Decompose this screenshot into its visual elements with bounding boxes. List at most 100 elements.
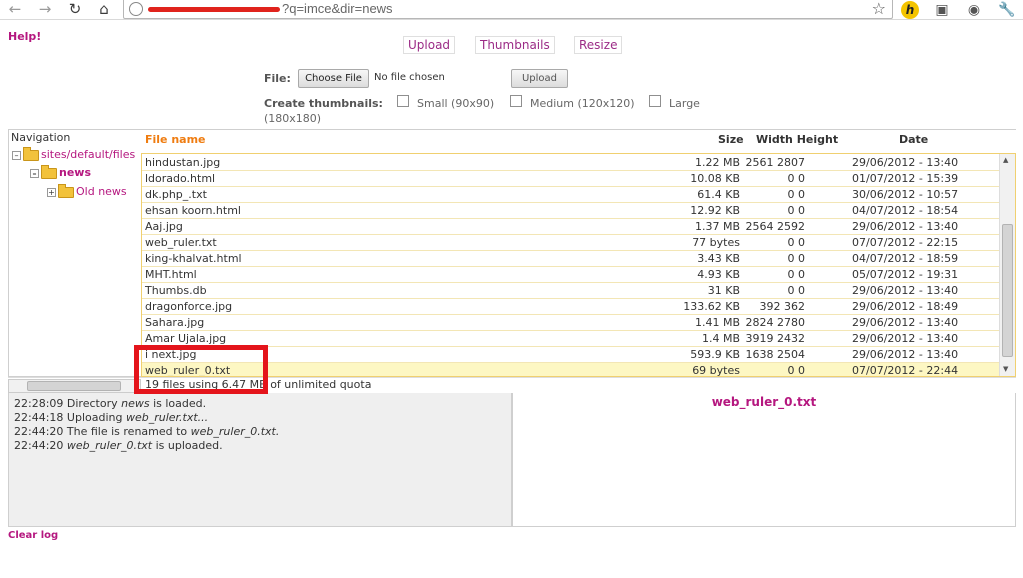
- log-text: is loaded.: [149, 397, 207, 410]
- log-line: 22:44:18 Uploading web_ruler.txt...: [14, 411, 208, 424]
- file-row[interactable]: Aaj.jpg 1.37 MB 2564 2592 29/06/2012 - 13:4…: [142, 219, 1000, 235]
- extension-screen-icon[interactable]: ▣: [932, 1, 952, 19]
- column-size[interactable]: Size: [718, 133, 744, 146]
- upload-button[interactable]: Upload: [511, 69, 568, 88]
- file-size-cell: 1.37 MB: [694, 220, 740, 233]
- scroll-thumb[interactable]: [27, 381, 121, 391]
- thumb-medium-checkbox[interactable]: [510, 95, 522, 107]
- bookmark-star-icon[interactable]: ☆: [872, 0, 886, 18]
- extension-h-icon[interactable]: h: [901, 1, 921, 19]
- file-row[interactable]: dragonforce.jpg 133.62 KB 392 362 29/06/201…: [142, 299, 1000, 315]
- horizontal-scrollbar[interactable]: [8, 379, 141, 393]
- tree-item-old-news[interactable]: + Old news: [47, 183, 127, 200]
- no-file-text: No file chosen: [374, 72, 445, 83]
- log-text: is uploaded.: [152, 439, 223, 452]
- file-size-cell: 61.4 KB: [697, 188, 740, 201]
- scroll-thumb[interactable]: [1002, 224, 1013, 357]
- file-list-header: File name Size Width Height Date: [141, 129, 1016, 153]
- help-link[interactable]: Help!: [8, 30, 41, 43]
- vertical-scrollbar[interactable]: ▲ ▼: [999, 154, 1015, 376]
- log-line: 22:44:20 The file is renamed to web_rule…: [14, 425, 279, 438]
- home-icon[interactable]: ⌂: [93, 0, 115, 18]
- column-width-height[interactable]: Width Height: [756, 133, 838, 146]
- redaction-mark: [148, 7, 280, 13]
- file-dims-cell: 0 0: [787, 364, 806, 377]
- log-emphasis: web_ruler_0.txt.: [190, 425, 280, 438]
- tree-item-news[interactable]: – news: [30, 164, 91, 181]
- file-date-cell: 29/06/2012 - 13:40: [852, 348, 959, 361]
- file-date-cell: 07/07/2012 - 22:44: [852, 364, 959, 377]
- file-dims-cell: 0 0: [787, 252, 806, 265]
- log-text: Uploading: [66, 411, 126, 424]
- wrench-icon[interactable]: 🔧: [997, 1, 1017, 19]
- address-bar[interactable]: ?q=imce&dir=news ☆: [123, 0, 893, 19]
- log-emphasis: news: [121, 397, 150, 410]
- file-name-cell: dragonforce.jpg: [145, 300, 233, 313]
- file-date-cell: 29/06/2012 - 18:49: [852, 300, 959, 313]
- choose-file-button[interactable]: Choose File: [298, 69, 369, 88]
- file-row[interactable]: web_ruler.txt 77 bytes 0 0 07/07/2012 - 22:…: [142, 235, 1000, 251]
- create-thumbnails-label: Create thumbnails:: [264, 97, 383, 110]
- file-name-cell: web_ruler.txt: [145, 236, 217, 249]
- file-dims-cell: 2564 2592: [745, 220, 806, 233]
- thumb-large-label: Large: [669, 97, 700, 110]
- expand-icon[interactable]: +: [47, 187, 56, 197]
- thumb-small-checkbox[interactable]: [397, 95, 409, 107]
- file-row[interactable]: Thumbs.db 31 KB 0 0 29/06/2012 - 13:40: [142, 283, 1000, 299]
- browser-toolbar: ← → ↻ ⌂ ?q=imce&dir=news ☆ h ▣ ◉ 🔧: [0, 0, 1023, 20]
- tree-item-label[interactable]: sites/default/files: [41, 148, 135, 161]
- column-date[interactable]: Date: [899, 133, 928, 146]
- thumb-medium-label: Medium (120x120): [530, 97, 635, 110]
- page-info-icon[interactable]: [129, 2, 143, 16]
- file-dims-cell: 2561 2807: [745, 156, 806, 169]
- file-row[interactable]: i next.jpg 593.9 KB 1638 2504 29/06/2012 - …: [142, 347, 1000, 363]
- log-time: 22:28:09: [14, 397, 64, 410]
- column-file-name[interactable]: File name: [145, 133, 206, 146]
- scroll-down-icon[interactable]: ▼: [1003, 365, 1008, 373]
- extension-eye-icon[interactable]: ◉: [964, 1, 984, 19]
- clear-log-link[interactable]: Clear log: [8, 530, 58, 541]
- file-dims-cell: 0 0: [787, 284, 806, 297]
- back-icon[interactable]: ←: [4, 0, 26, 18]
- file-row[interactable]: dk.php_.txt 61.4 KB 0 0 30/06/2012 - 10:57: [142, 187, 1000, 203]
- file-row[interactable]: Sahara.jpg 1.41 MB 2824 2780 29/06/2012 - 1…: [142, 315, 1000, 331]
- file-date-cell: 04/07/2012 - 18:59: [852, 252, 959, 265]
- preview-file-name[interactable]: web_ruler_0.txt: [513, 395, 1015, 409]
- op-resize-tab[interactable]: Resize: [574, 36, 623, 54]
- tree-item-root[interactable]: – sites/default/files: [12, 146, 135, 163]
- log-panel: 22:28:09 Directory news is loaded. 22:44:…: [8, 393, 512, 527]
- thumb-large-dim-label: (180x180): [264, 112, 322, 125]
- file-row[interactable]: ldorado.html 10.08 KB 0 0 01/07/2012 - 15:3…: [142, 171, 1000, 187]
- preview-panel: web_ruler_0.txt: [512, 393, 1016, 527]
- file-row[interactable]: king-khalvat.html 3.43 KB 0 0 04/07/2012 - …: [142, 251, 1000, 267]
- navigation-title: Navigation: [11, 131, 71, 144]
- file-dims-cell: 2824 2780: [745, 316, 806, 329]
- scroll-up-icon[interactable]: ▲: [1003, 156, 1008, 164]
- file-row[interactable]: ehsan koorn.html 12.92 KB 0 0 04/07/2012 - …: [142, 203, 1000, 219]
- navigation-panel: Navigation – sites/default/files – news + O…: [8, 129, 141, 377]
- tree-item-label[interactable]: Old news: [76, 185, 127, 198]
- forward-icon[interactable]: →: [34, 0, 56, 18]
- file-size-cell: 77 bytes: [692, 236, 740, 249]
- file-row[interactable]: web_ruler_0.txt 69 bytes 0 0 07/07/2012 - 2…: [142, 363, 1000, 377]
- file-size-cell: 10.08 KB: [690, 172, 740, 185]
- file-row[interactable]: Amar Ujala.jpg 1.4 MB 3919 2432 29/06/2012 …: [142, 331, 1000, 347]
- file-date-cell: 29/06/2012 - 13:40: [852, 220, 959, 233]
- collapse-icon[interactable]: –: [12, 150, 21, 160]
- op-thumbnails-tab[interactable]: Thumbnails: [475, 36, 555, 54]
- file-name-cell: king-khalvat.html: [145, 252, 242, 265]
- file-row[interactable]: MHT.html 4.93 KB 0 0 05/07/2012 - 19:31: [142, 267, 1000, 283]
- file-name-cell: Thumbs.db: [145, 284, 207, 297]
- url-suffix: ?q=imce&dir=news: [282, 1, 393, 16]
- tree-item-label[interactable]: news: [59, 166, 91, 179]
- folder-icon: [41, 164, 57, 179]
- file-row[interactable]: hindustan.jpg 1.22 MB 2561 2807 29/06/2012 …: [142, 155, 1000, 171]
- log-time: 22:44:20: [14, 425, 64, 438]
- thumb-large-checkbox[interactable]: [649, 95, 661, 107]
- reload-icon[interactable]: ↻: [64, 0, 86, 18]
- log-text: Directory: [66, 397, 122, 410]
- file-size-cell: 4.93 KB: [697, 268, 740, 281]
- op-upload-tab[interactable]: Upload: [403, 36, 456, 54]
- collapse-icon[interactable]: –: [30, 168, 39, 178]
- file-dims-cell: 3919 2432: [745, 332, 806, 345]
